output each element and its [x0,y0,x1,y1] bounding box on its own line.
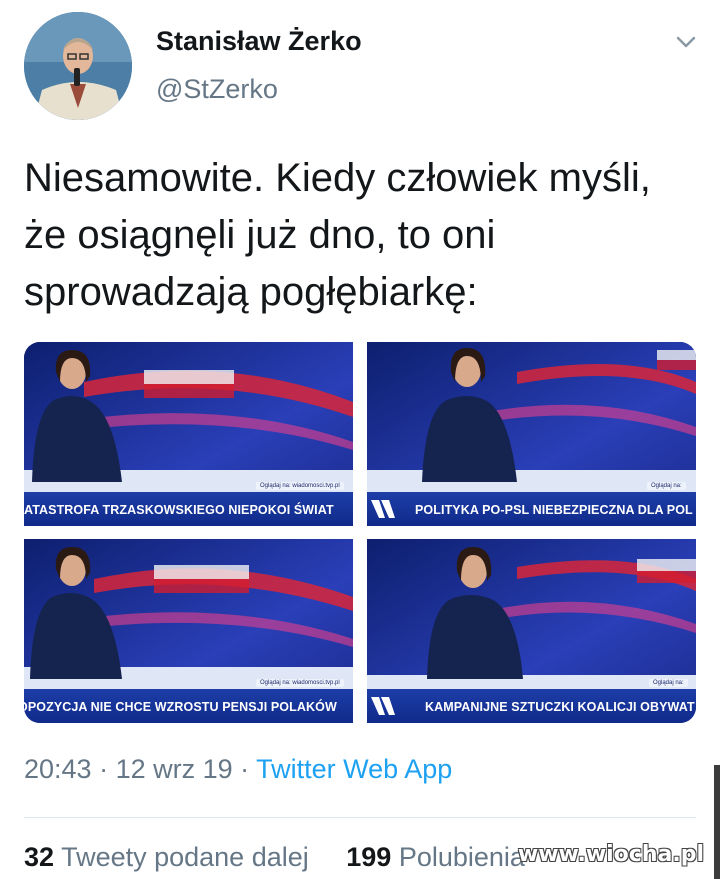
source-app-link[interactable]: Twitter Web App [256,754,452,784]
ticker-text: KAMPANIJNE SZTUCZKI KOALICJI OBYWAT [425,700,695,714]
avatar-photo [24,12,132,120]
likes-label: Polubienia [398,842,525,872]
media-thumbnail[interactable]: Oglądaj na: wiadomosci.tvp.pl ATASTROFA … [24,342,353,526]
media-grid: Oglądaj na: wiadomosci.tvp.pl ATASTROFA … [24,342,696,723]
watch-label: Oglądaj na: wiadomosci.tvp.pl [256,679,344,687]
tweet-header: Stanisław Żerko @StZerko [0,0,720,130]
tweet-text: Niesamowite. Kiedy człowiek myśli, że os… [24,156,651,314]
ticker-text: OPOZYCJA NIE CHCE WZROSTU PENSJI POLAKÓW [24,700,337,714]
watch-label: Oglądaj na: [649,679,688,687]
likes-stat[interactable]: 199 Polubienia [346,842,525,872]
retweets-count: 32 [24,842,55,872]
likes-count: 199 [346,842,392,872]
media-thumbnail[interactable]: Oglądaj na: wiadomosci.tvp.pl OPOZYCJA N… [24,539,353,723]
meta-separator: · [91,754,116,784]
retweets-label: Tweety podane dalej [61,842,309,872]
watermark: www.wiocha.pl [517,842,704,867]
tweet-time[interactable]: 20:43 [24,754,92,784]
media-thumbnail[interactable]: Oglądaj na: KAMPANIJNE SZTUCZKI KOALICJI… [367,539,696,723]
tweet-stats: 32 Tweety podane dalej 199 Polubienia [24,842,525,873]
watch-label: Oglądaj na: wiadomosci.tvp.pl [256,482,344,490]
retweets-stat[interactable]: 32 Tweety podane dalej [24,842,309,872]
ticker-text: POLITYKA PO-PSL NIEBEZPIECZNA DLA POL [415,503,693,517]
divider [24,817,696,818]
watch-label: Oglądaj na: [647,482,686,490]
media-thumbnail[interactable]: Oglądaj na: POLITYKA PO-PSL NIEBEZPIECZN… [367,342,696,526]
author-name[interactable]: Stanisław Żerko [156,26,362,57]
meta-separator: · [232,754,257,784]
ticker-text: ATASTROFA TRZASKOWSKIEGO NIEPOKOI ŚWIAT [24,503,334,517]
avatar[interactable] [24,12,132,120]
author-handle[interactable]: @StZerko [156,74,278,105]
chevron-down-icon[interactable] [672,28,700,56]
tweet-meta: 20:43 · 12 wrz 19 · Twitter Web App [24,754,452,785]
scrollbar[interactable] [714,765,720,879]
tvp-logo-icon [371,500,395,518]
tweet-date[interactable]: 12 wrz 19 [116,754,233,784]
tvp-logo-icon [371,697,395,715]
